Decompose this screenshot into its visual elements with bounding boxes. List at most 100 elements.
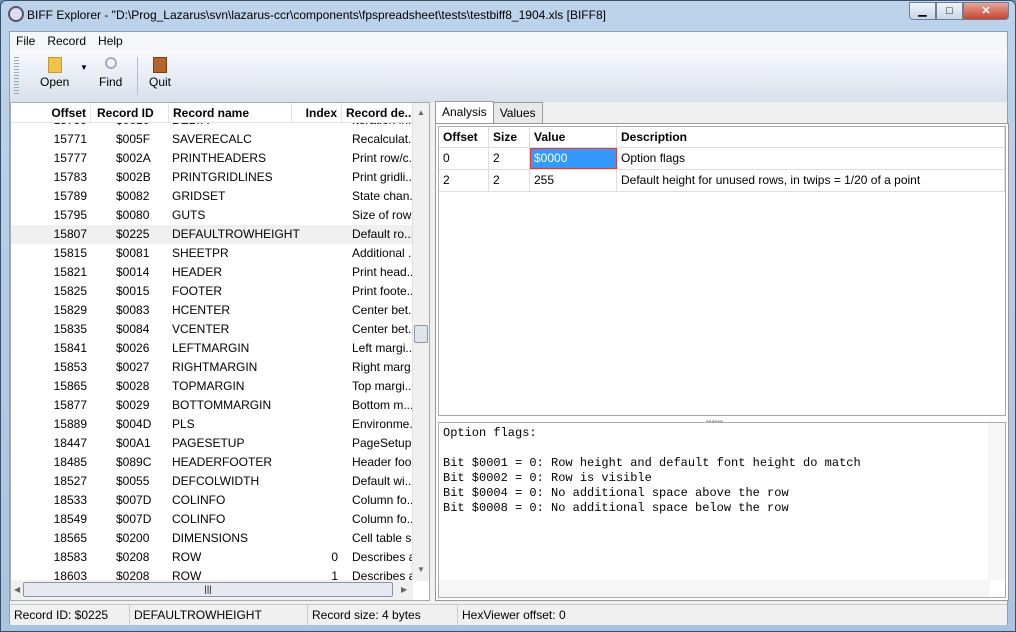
cell-record-id: $0026 bbox=[116, 341, 150, 355]
cell-record-id: $002A bbox=[116, 151, 151, 165]
analysis-memo[interactable]: Option flags: Bit $0001 = 0: Row height … bbox=[438, 422, 1006, 598]
memo-hscrollbar[interactable] bbox=[439, 580, 990, 597]
cell-record-desc: Default ro... bbox=[352, 227, 412, 241]
record-row[interactable]: 15835 $0084 VCENTER Center bet... bbox=[11, 320, 413, 339]
record-list[interactable]: Offset Record ID Record name Index Recor… bbox=[10, 102, 430, 601]
find-button[interactable]: Find bbox=[99, 57, 122, 89]
menu-record[interactable]: Record bbox=[41, 32, 92, 51]
record-row[interactable]: 18565 $0200 DIMENSIONS Cell table s... bbox=[11, 529, 413, 548]
menu-file[interactable]: File bbox=[10, 32, 41, 51]
record-row[interactable]: 18603 $0208 ROW 1 Describes a... bbox=[11, 567, 413, 581]
memo-text: Option flags: Bit $0001 = 0: Row height … bbox=[443, 426, 861, 515]
menu-help[interactable]: Help bbox=[92, 32, 129, 51]
record-row[interactable]: 15877 $0029 BOTTOMMARGIN Bottom m... bbox=[11, 396, 413, 415]
cell-index bbox=[292, 339, 342, 358]
record-row[interactable]: 15771 $005F SAVERECALC Recalculat... bbox=[11, 130, 413, 149]
cell-offset: 15865 bbox=[53, 379, 87, 393]
vscroll-thumb[interactable] bbox=[414, 325, 428, 343]
hscroll-thumb[interactable]: ||| bbox=[23, 582, 393, 597]
record-row[interactable]: 15841 $0026 LEFTMARGIN Left margi... bbox=[11, 339, 413, 358]
scroll-up-arrow[interactable]: ▲ bbox=[417, 108, 425, 117]
cell-record-name: SAVERECALC bbox=[172, 132, 252, 146]
record-list-hscrollbar[interactable]: ◀ ||| ▶ bbox=[11, 580, 413, 600]
cell-description: Option flags bbox=[617, 148, 1005, 169]
cell-offset: 15815 bbox=[53, 246, 87, 260]
quit-button[interactable]: Quit bbox=[149, 57, 171, 89]
cell-record-name: COLINFO bbox=[172, 512, 226, 526]
open-dropdown-arrow[interactable]: ▼ bbox=[80, 63, 88, 72]
cell-record-desc: Top margi... bbox=[352, 379, 412, 393]
cell-record-name: PLS bbox=[172, 417, 195, 431]
record-row[interactable]: 18549 $007D COLINFO Column fo... bbox=[11, 510, 413, 529]
scroll-right-arrow[interactable]: ▶ bbox=[401, 585, 407, 594]
open-button[interactable]: Open bbox=[40, 57, 69, 89]
cell-size: 2 bbox=[489, 170, 530, 191]
cell-record-name: HEADERFOOTER bbox=[172, 455, 273, 469]
col-offset[interactable]: Offset bbox=[11, 103, 91, 122]
memo-vscrollbar[interactable] bbox=[988, 423, 1005, 580]
record-row[interactable]: 18533 $007D COLINFO Column fo... bbox=[11, 491, 413, 510]
detail-pane: Analysis Values Offset Size Value Descri… bbox=[435, 101, 1009, 601]
close-button[interactable]: ✕ bbox=[963, 2, 1009, 20]
cell-record-name: ROW bbox=[172, 550, 202, 564]
tab-values[interactable]: Values bbox=[492, 102, 543, 124]
record-list-vscrollbar[interactable]: ▲ ▼ bbox=[412, 103, 429, 581]
record-row[interactable]: 18527 $0055 DEFCOLWIDTH Default wi... bbox=[11, 472, 413, 491]
cell-record-desc: Print foote... bbox=[352, 284, 412, 298]
cell-record-id: $0083 bbox=[116, 303, 150, 317]
analysis-grid[interactable]: Offset Size Value Description 0 2 $0000 … bbox=[438, 126, 1006, 416]
cell-offset: 2 bbox=[439, 170, 489, 191]
record-row[interactable]: 15889 $004D PLS Environme... bbox=[11, 415, 413, 434]
record-row[interactable]: 15777 $002A PRINTHEADERS Print row/c... bbox=[11, 149, 413, 168]
record-row[interactable]: 15853 $0027 RIGHTMARGIN Right marg... bbox=[11, 358, 413, 377]
cell-record-desc: Describes a... bbox=[352, 569, 412, 581]
record-row[interactable]: 18583 $0208 ROW 0 Describes a... bbox=[11, 548, 413, 567]
scroll-left-arrow[interactable]: ◀ bbox=[14, 585, 20, 594]
analysis-grid-header: Offset Size Value Description bbox=[439, 127, 1005, 148]
record-row[interactable]: 15829 $0083 HCENTER Center bet... bbox=[11, 301, 413, 320]
cell-value[interactable]: 255 bbox=[530, 170, 617, 191]
cell-index bbox=[292, 491, 342, 510]
cell-record-name: PRINTHEADERS bbox=[172, 151, 267, 165]
record-row[interactable]: 15789 $0082 GRIDSET State chan... bbox=[11, 187, 413, 206]
toolbar-separator bbox=[137, 57, 138, 95]
cell-record-name: PAGESETUP bbox=[172, 436, 245, 450]
cell-index bbox=[292, 130, 342, 149]
cell-value-selected[interactable]: $0000 bbox=[530, 148, 617, 169]
record-row[interactable]: 15795 $0080 GUTS Size of row... bbox=[11, 206, 413, 225]
cell-offset: 15841 bbox=[53, 341, 87, 355]
record-row[interactable]: 15783 $002B PRINTGRIDLINES Print gridli... bbox=[11, 168, 413, 187]
cell-record-name: PRINTGRIDLINES bbox=[172, 170, 273, 184]
minimize-button[interactable]: ▁ bbox=[909, 2, 936, 20]
cell-index bbox=[292, 263, 342, 282]
cell-record-id: $002B bbox=[116, 170, 151, 184]
record-row[interactable]: 18485 $089C HEADERFOOTER Header foo... bbox=[11, 453, 413, 472]
record-row[interactable]: 15815 $0081 SHEETPR Additional ... bbox=[11, 244, 413, 263]
record-row[interactable]: 15821 $0014 HEADER Print head... bbox=[11, 263, 413, 282]
record-row[interactable]: 18447 $00A1 PAGESETUP PageSetup bbox=[11, 434, 413, 453]
cell-record-name: TOPMARGIN bbox=[172, 379, 245, 393]
cell-record-name: DELTA bbox=[169, 123, 292, 130]
cell-record-desc: Left margi... bbox=[352, 341, 412, 355]
cell-record-name: VCENTER bbox=[172, 322, 230, 336]
record-row[interactable]: 15865 $0028 TOPMARGIN Top margi... bbox=[11, 377, 413, 396]
cell-index bbox=[292, 377, 342, 396]
status-hexviewer-offset: HexViewer offset: 0 bbox=[462, 608, 566, 622]
record-row[interactable]: 15825 $0015 FOOTER Print foote... bbox=[11, 282, 413, 301]
toolbar-grip[interactable] bbox=[14, 57, 19, 95]
maximize-button[interactable]: □ bbox=[936, 2, 963, 20]
record-row[interactable]: 15759$0010DELTA Iteration in... bbox=[11, 123, 413, 130]
app-magnifier-icon bbox=[8, 6, 24, 22]
folder-icon bbox=[47, 57, 62, 73]
cell-offset: 15759 bbox=[11, 123, 91, 130]
client-area: File Record Help Open ▼ Find Quit Offset… bbox=[9, 31, 1009, 625]
col-record-name[interactable]: Record name bbox=[169, 103, 292, 122]
tab-analysis[interactable]: Analysis bbox=[435, 101, 494, 124]
col-record-desc[interactable]: Record de... bbox=[342, 103, 413, 122]
scroll-down-arrow[interactable]: ▼ bbox=[417, 565, 425, 574]
col-record-id[interactable]: Record ID bbox=[91, 103, 169, 122]
analysis-row[interactable]: 2 2 255 Default height for unused rows, … bbox=[439, 170, 1005, 192]
col-index[interactable]: Index bbox=[292, 103, 342, 122]
analysis-row[interactable]: 0 2 $0000 Option flags bbox=[439, 148, 1005, 170]
record-row[interactable]: 15807 $0225 DEFAULTROWHEIGHT Default ro... bbox=[11, 225, 413, 244]
